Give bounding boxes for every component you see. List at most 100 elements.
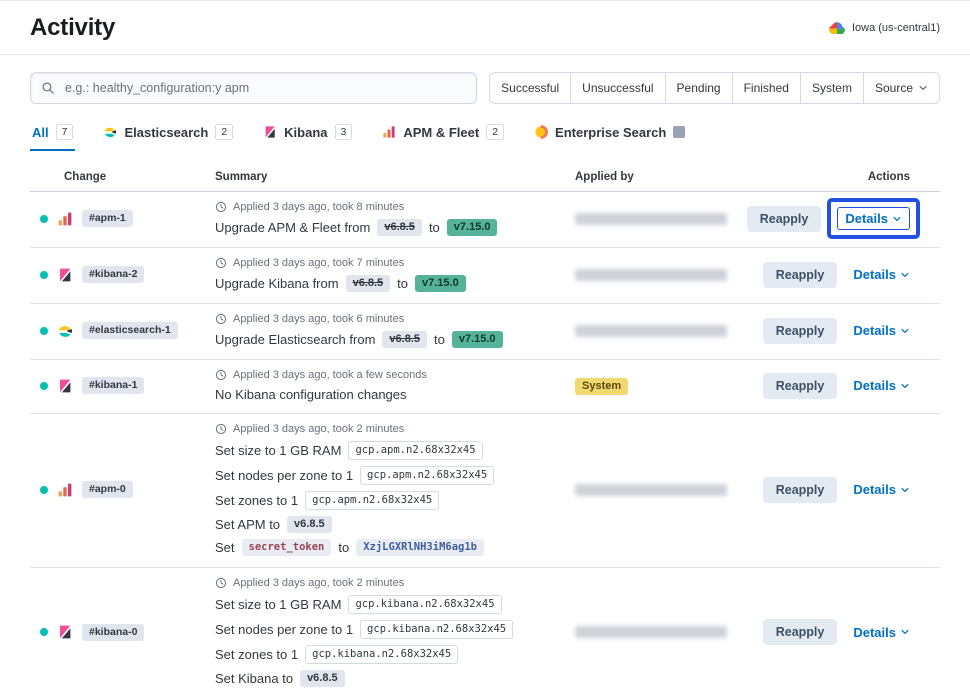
tab-all[interactable]: All 7 — [30, 120, 75, 151]
tab-kibana[interactable]: Kibana 3 — [261, 120, 354, 151]
summary-line: Set zones to 1gcp.kibana.n2.68x32x45 — [215, 645, 559, 664]
config-value-badge: gcp.apm.n2.68x32x45 — [348, 441, 482, 460]
col-summary: Summary — [215, 171, 575, 183]
summary-text: to — [338, 540, 349, 555]
health-dot — [40, 271, 48, 279]
summary-text: No Kibana configuration changes — [215, 387, 407, 402]
old-version-badge: v6.8.5 — [377, 219, 422, 236]
summary-line: Upgrade Kibana fromv6.8.5tov7.15.0 — [215, 275, 559, 292]
summary-text: to — [434, 332, 445, 347]
applied-time: Applied 3 days ago, took 2 minutes — [215, 577, 559, 589]
col-actions: Actions — [765, 171, 940, 183]
filter-successful[interactable]: Successful — [490, 73, 570, 103]
applied-time-text: Applied 3 days ago, took 6 minutes — [233, 313, 404, 325]
tab-elasticsearch-label: Elasticsearch — [124, 125, 208, 140]
actions-cell: Reapply Details — [765, 477, 940, 503]
details-wrap: Details — [837, 207, 910, 230]
summary-line: No Kibana configuration changes — [215, 387, 559, 402]
tab-apm-fleet-count: 2 — [486, 124, 504, 140]
clock-icon — [215, 369, 227, 381]
change-id-badge: #kibana-0 — [82, 624, 144, 641]
apm-icon — [382, 125, 396, 139]
summary-line: Set zones to 1gcp.apm.n2.68x32x45 — [215, 491, 559, 510]
clock-icon — [215, 201, 227, 213]
tab-enterprise-search[interactable]: Enterprise Search — [532, 120, 687, 151]
details-label: Details — [853, 323, 896, 338]
search-input[interactable] — [63, 80, 466, 96]
summary-text: Upgrade APM & Fleet from — [215, 220, 370, 235]
applied-time-text: Applied 3 days ago, took a few seconds — [233, 369, 427, 381]
reapply-button[interactable]: Reapply — [763, 619, 838, 645]
details-button[interactable]: Details — [853, 625, 910, 640]
reapply-button[interactable]: Reapply — [763, 318, 838, 344]
secret-value-badge: XzjLGXRlNH3iM6ag1b — [356, 539, 484, 556]
change-id-badge: #apm-1 — [82, 210, 133, 227]
details-label: Details — [853, 482, 896, 497]
details-button[interactable]: Details — [837, 207, 910, 230]
summary-text: Set APM to — [215, 517, 280, 532]
summary-text: to — [429, 220, 440, 235]
version-badge: v6.8.5 — [300, 670, 345, 687]
reapply-button[interactable]: Reapply — [763, 262, 838, 288]
details-button[interactable]: Details — [853, 323, 910, 338]
applied-time-text: Applied 3 days ago, took 8 minutes — [233, 201, 404, 213]
tab-apm-fleet[interactable]: APM & Fleet 2 — [380, 120, 506, 151]
change-id-badge: #apm-0 — [82, 481, 133, 498]
clock-icon — [215, 257, 227, 269]
tab-elasticsearch[interactable]: Elasticsearch 2 — [101, 120, 235, 151]
actions-cell: Reapply Details — [765, 373, 940, 399]
filter-source-label: Source — [875, 81, 913, 95]
reapply-button[interactable]: Reapply — [763, 477, 838, 503]
filter-system[interactable]: System — [800, 73, 863, 103]
change-cell: #apm-0 — [30, 481, 215, 498]
config-value-badge: gcp.kibana.n2.68x32x45 — [360, 620, 513, 639]
elasticsearch-icon — [103, 125, 117, 139]
clock-icon — [215, 313, 227, 325]
secret-key-badge: secret_token — [242, 539, 332, 556]
tab-all-label: All — [32, 125, 49, 140]
chevron-down-icon — [918, 83, 928, 93]
summary-text: to — [397, 276, 408, 291]
change-cell: #kibana-0 — [30, 624, 215, 641]
details-label: Details — [845, 211, 888, 226]
clock-icon — [215, 423, 227, 435]
col-applied-by: Applied by — [575, 171, 765, 183]
details-button[interactable]: Details — [853, 482, 910, 497]
summary-lines: Upgrade Kibana fromv6.8.5tov7.15.0 — [215, 275, 559, 292]
summary-cell: Applied 3 days ago, took 2 minutes Set s… — [215, 419, 575, 560]
actions-cell: ReapplyDetails — [765, 206, 940, 232]
summary-line: Set Kibana tov6.8.5 — [215, 670, 559, 687]
reapply-button[interactable]: Reapply — [763, 373, 838, 399]
new-version-badge: v7.15.0 — [415, 275, 466, 292]
applied-time-text: Applied 3 days ago, took 2 minutes — [233, 577, 404, 589]
page-title: Activity — [30, 14, 115, 42]
config-value-badge: gcp.apm.n2.68x32x45 — [360, 466, 494, 485]
chevron-down-icon — [892, 214, 902, 224]
applied-by-cell — [575, 626, 765, 638]
activity-row: #elasticsearch-1 Applied 3 days ago, too… — [30, 304, 940, 360]
applied-time: Applied 3 days ago, took 2 minutes — [215, 423, 559, 435]
redacted-user — [575, 626, 727, 638]
filter-source[interactable]: Source — [863, 73, 939, 103]
filter-pending[interactable]: Pending — [665, 73, 732, 103]
activity-row: #kibana-2 Applied 3 days ago, took 7 min… — [30, 248, 940, 304]
page-header: Activity Iowa (us-central1) — [0, 1, 970, 55]
system-badge: System — [575, 378, 628, 395]
chevron-down-icon — [900, 627, 910, 637]
old-version-badge: v6.8.5 — [346, 275, 391, 292]
details-button[interactable]: Details — [853, 378, 910, 393]
filter-finished[interactable]: Finished — [732, 73, 800, 103]
new-version-badge: v7.15.0 — [452, 331, 503, 348]
details-button[interactable]: Details — [853, 267, 910, 282]
health-dot — [40, 215, 48, 223]
change-id-badge: #elasticsearch-1 — [82, 322, 178, 339]
change-cell: #kibana-1 — [30, 377, 215, 394]
col-change: Change — [30, 171, 215, 183]
filter-unsuccessful[interactable]: Unsuccessful — [570, 73, 664, 103]
summary-lines: Set size to 1 GB RAMgcp.apm.n2.68x32x45S… — [215, 441, 559, 556]
applied-by-cell — [575, 213, 765, 225]
search-box — [30, 72, 477, 104]
reapply-button[interactable]: Reapply — [747, 206, 822, 232]
activity-page: Activity Iowa (us-central1) — [0, 1, 970, 691]
summary-lines: Upgrade APM & Fleet fromv6.8.5tov7.15.0 — [215, 219, 559, 236]
